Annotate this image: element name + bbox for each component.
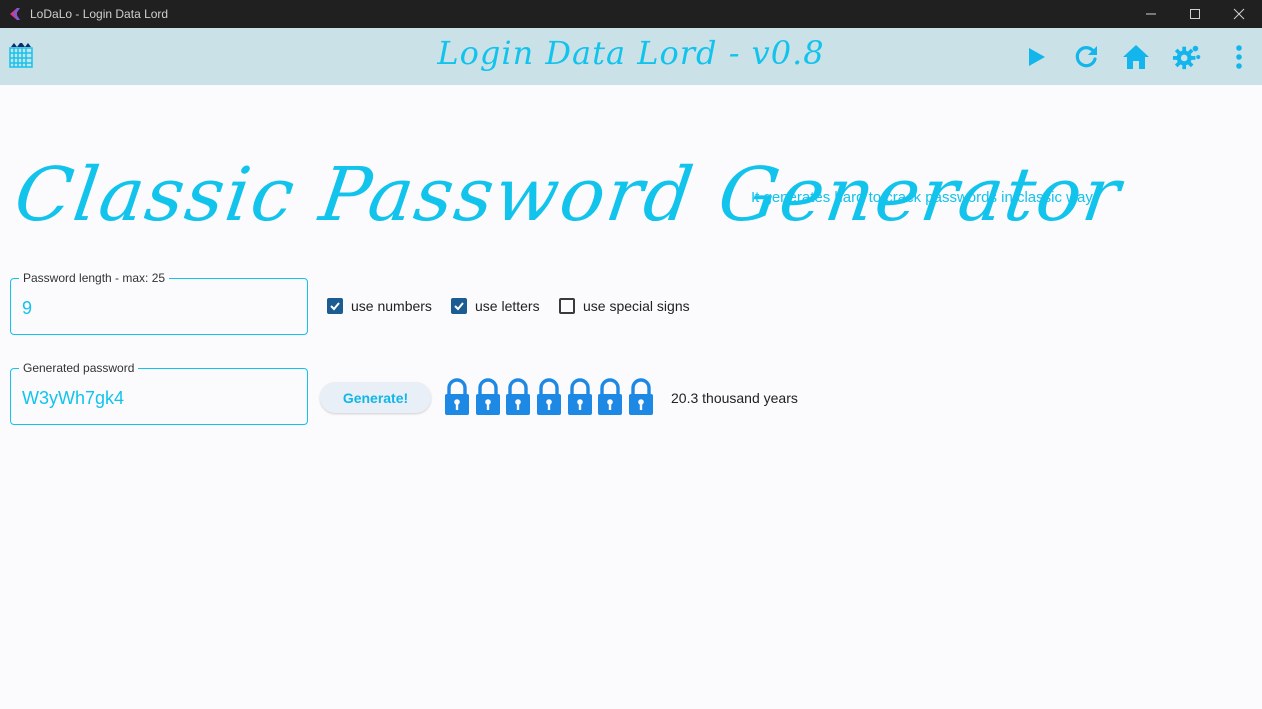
refresh-icon[interactable] [1071, 42, 1101, 72]
use-numbers-label: use numbers [351, 298, 432, 314]
checkbox-checked-icon[interactable] [327, 298, 343, 314]
lock-icon [597, 378, 623, 416]
lock-icon [567, 378, 593, 416]
lock-icon [628, 378, 654, 416]
home-icon[interactable] [1121, 42, 1151, 72]
generate-button[interactable]: Generate! [320, 382, 431, 413]
crack-time-text: 20.3 thousand years [671, 390, 798, 406]
use-numbers-checkbox[interactable]: use numbers [327, 298, 432, 314]
lock-icon [475, 378, 501, 416]
play-icon[interactable] [1021, 42, 1051, 72]
use-special-signs-checkbox[interactable]: use special signs [559, 298, 690, 314]
strength-locks [444, 378, 659, 416]
maximize-icon[interactable] [1172, 0, 1218, 28]
page-subtitle: It generates hard to crack passwords in … [751, 189, 1093, 206]
close-icon[interactable] [1216, 0, 1262, 28]
generated-password-field[interactable]: Generated password W3yWh7gk4 [10, 361, 308, 425]
lock-icon [505, 378, 531, 416]
minimize-icon[interactable] [1128, 0, 1174, 28]
lock-icon [536, 378, 562, 416]
password-length-label: Password length - max: 25 [19, 271, 170, 285]
use-letters-checkbox[interactable]: use letters [451, 298, 540, 314]
checkbox-checked-icon[interactable] [451, 298, 467, 314]
app-logo-icon [8, 6, 24, 22]
password-length-field[interactable]: Password length - max: 25 9 [10, 271, 308, 335]
settings-icon[interactable] [1172, 42, 1202, 72]
window-title: LoDaLo - Login Data Lord [30, 7, 169, 21]
window-titlebar: LoDaLo - Login Data Lord [0, 0, 1262, 28]
use-special-signs-label: use special signs [583, 298, 690, 314]
generated-password-label: Generated password [19, 361, 139, 375]
generated-password-value[interactable]: W3yWh7gk4 [22, 388, 124, 409]
lock-icon [444, 378, 470, 416]
password-length-value[interactable]: 9 [22, 298, 32, 319]
app-bar: Login Data Lord - v0.8 [0, 28, 1262, 85]
use-letters-label: use letters [475, 298, 540, 314]
more-vert-icon[interactable] [1224, 42, 1254, 72]
checkbox-unchecked-icon[interactable] [559, 298, 575, 314]
